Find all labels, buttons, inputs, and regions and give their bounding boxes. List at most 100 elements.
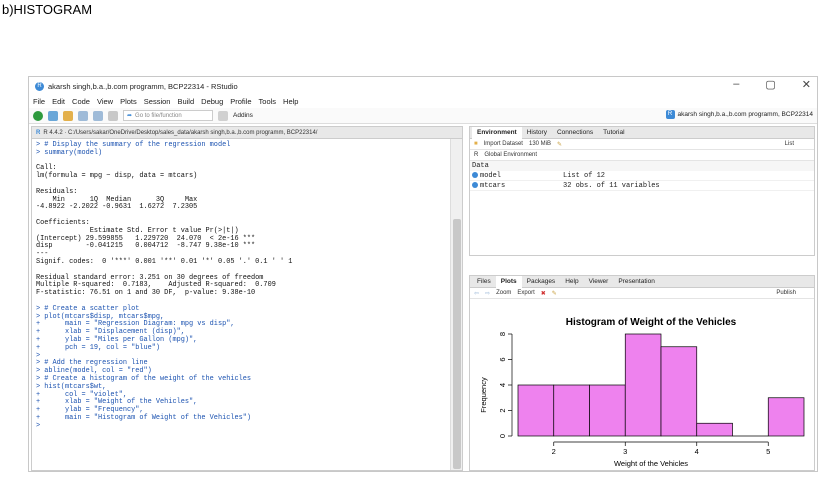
environment-pane: Environment History Connections Tutorial… (469, 126, 815, 256)
plots-toolbar: ⇦ ⇨ Zoom Export ✖ ✎ Publish (470, 288, 814, 299)
remove-plot-icon[interactable]: ✖ (541, 290, 546, 297)
print-icon[interactable] (108, 110, 118, 121)
object-icon (472, 171, 478, 178)
new-file-icon[interactable] (33, 110, 43, 121)
console-line: + pch = 19, col = "blue") (36, 343, 161, 352)
menu-session[interactable]: Session (144, 97, 171, 106)
project-menu[interactable]: R akarsh singh,b.a.,b.com programm, BCP2… (665, 110, 813, 119)
env-row-name: mtcars (480, 181, 506, 190)
tab-viewer[interactable]: Viewer (584, 276, 614, 288)
menu-file[interactable]: File (33, 97, 45, 106)
document-heading: b)HISTOGRAM (2, 2, 93, 17)
tab-connections[interactable]: Connections (552, 127, 598, 139)
x-tick-label: 4 (695, 447, 699, 456)
plots-tab-row: Files Plots Packages Help Viewer Present… (470, 275, 814, 288)
console-line: > (36, 421, 41, 430)
console-line: > summary(model) (36, 148, 103, 157)
project-name: akarsh singh,b.a.,b.com programm, BCP223… (677, 111, 813, 118)
console-line: + main = "Histogram of Weight of the Veh… (36, 413, 252, 422)
forward-arrow-icon[interactable]: ⇨ (485, 290, 490, 297)
global-environment-select[interactable]: Global Environment (484, 152, 537, 158)
x-axis-label: Weight of the Vehicles (614, 459, 688, 468)
menu-debug[interactable]: Debug (201, 97, 223, 106)
console-scroll-thumb[interactable] (453, 219, 461, 469)
memory-usage[interactable]: 130 MiB (529, 141, 551, 147)
tab-help[interactable]: Help (560, 276, 583, 288)
console-line: Signif. codes: 0 '***' 0.001 '**' 0.01 '… (36, 257, 293, 266)
histogram-bar (589, 384, 626, 437)
tab-environment[interactable]: Environment (472, 126, 522, 139)
console-line: -4.8922 -2.2022 -0.9631 1.6272 7.2305 (36, 203, 202, 212)
console-output[interactable]: > # Display the summary of the regressio… (32, 139, 450, 470)
save-all-icon[interactable] (93, 110, 103, 121)
console-line: disp -0.041215 0.004712 -8.747 9.38e-10 … (36, 242, 256, 251)
menu-profile[interactable]: Profile (230, 97, 251, 106)
env-row[interactable]: mtcars 32 obs. of 11 variables (470, 181, 814, 191)
broom-icon[interactable]: ✎ (552, 290, 557, 297)
zoom-button[interactable]: Zoom (496, 290, 511, 296)
import-dataset-button[interactable]: Import Dataset (484, 141, 523, 147)
tab-files[interactable]: Files (472, 276, 496, 288)
console-scrollbar[interactable] (450, 139, 462, 470)
grid-icon[interactable] (218, 110, 228, 121)
object-icon (472, 181, 478, 188)
window-title: akarsh singh,b.a.,b.com programm, BCP223… (48, 81, 238, 91)
tab-presentation[interactable]: Presentation (613, 276, 660, 288)
y-axis-label: Frequency (479, 377, 488, 413)
env-tab-row: Environment History Connections Tutorial (470, 126, 814, 139)
console-pane: R R 4.4.2 · C:/Users/sakar/OneDrive/Desk… (31, 126, 463, 471)
plots-pane: Files Plots Packages Help Viewer Present… (469, 275, 815, 471)
x-tick-label: 2 (552, 447, 556, 456)
goto-arrow-icon: ➦ (127, 113, 133, 119)
new-project-icon[interactable] (48, 110, 58, 121)
tab-history[interactable]: History (522, 127, 552, 139)
tab-tutorial[interactable]: Tutorial (598, 127, 629, 139)
rstudio-logo-icon: R (35, 81, 44, 91)
console-line: F-statistic: 76.51 on 1 and 30 DF, p-val… (36, 289, 256, 298)
tab-plots[interactable]: Plots (495, 275, 522, 288)
x-tick-label: 3 (623, 447, 627, 456)
goto-file-input[interactable]: ➦ Go to file/function (123, 110, 213, 121)
env-row-value: 32 obs. of 11 variables (563, 181, 660, 190)
project-icon: R (665, 110, 675, 119)
y-tick-label: 4 (498, 383, 507, 387)
histogram-bar (696, 422, 733, 437)
histogram-bar (660, 346, 698, 437)
menu-code[interactable]: Code (72, 97, 90, 106)
menu-edit[interactable]: Edit (52, 97, 65, 106)
menu-view[interactable]: View (97, 97, 113, 106)
env-row-value: List of 12 (563, 171, 606, 180)
open-file-icon[interactable] (63, 110, 73, 121)
broom-icon[interactable]: ✎ (557, 141, 562, 148)
histogram-bar (767, 397, 805, 437)
export-button[interactable]: Export (517, 290, 534, 296)
menu-build[interactable]: Build (177, 97, 194, 106)
env-section-data: Data (470, 161, 814, 171)
minimize-button[interactable]: – (733, 78, 739, 91)
addins-button[interactable]: Addins (233, 112, 253, 119)
env-row-name: model (480, 171, 502, 180)
menu-plots[interactable]: Plots (120, 97, 137, 106)
y-tick-label: 8 (498, 332, 507, 336)
list-view-button[interactable]: List (785, 141, 794, 147)
title-bar: R akarsh singh,b.a.,b.com programm, BCP2… (29, 77, 817, 95)
histogram-bar (553, 384, 590, 437)
histogram-chart: Histogram of Weight of the Vehicles Weig… (479, 317, 805, 468)
goto-placeholder: Go to file/function (135, 112, 182, 119)
menu-tools[interactable]: Tools (259, 97, 277, 106)
histogram-bar (624, 333, 662, 437)
env-scope-bar: R Global Environment (470, 150, 814, 161)
save-icon[interactable] (78, 110, 88, 121)
r-language-select[interactable]: R (474, 152, 478, 158)
env-row[interactable]: model List of 12 (470, 171, 814, 181)
x-tick-label: 5 (766, 447, 770, 456)
histogram-bar (517, 384, 555, 437)
r-logo-icon: R (36, 129, 41, 136)
publish-button[interactable]: Publish (776, 290, 796, 296)
back-arrow-icon[interactable]: ⇦ (474, 290, 479, 297)
tab-packages[interactable]: Packages (522, 276, 561, 288)
load-workspace-icon[interactable]: ■ (474, 141, 478, 147)
close-button[interactable]: ✕ (802, 78, 811, 91)
maximize-button[interactable]: ▢ (765, 78, 775, 91)
menu-help[interactable]: Help (283, 97, 298, 106)
